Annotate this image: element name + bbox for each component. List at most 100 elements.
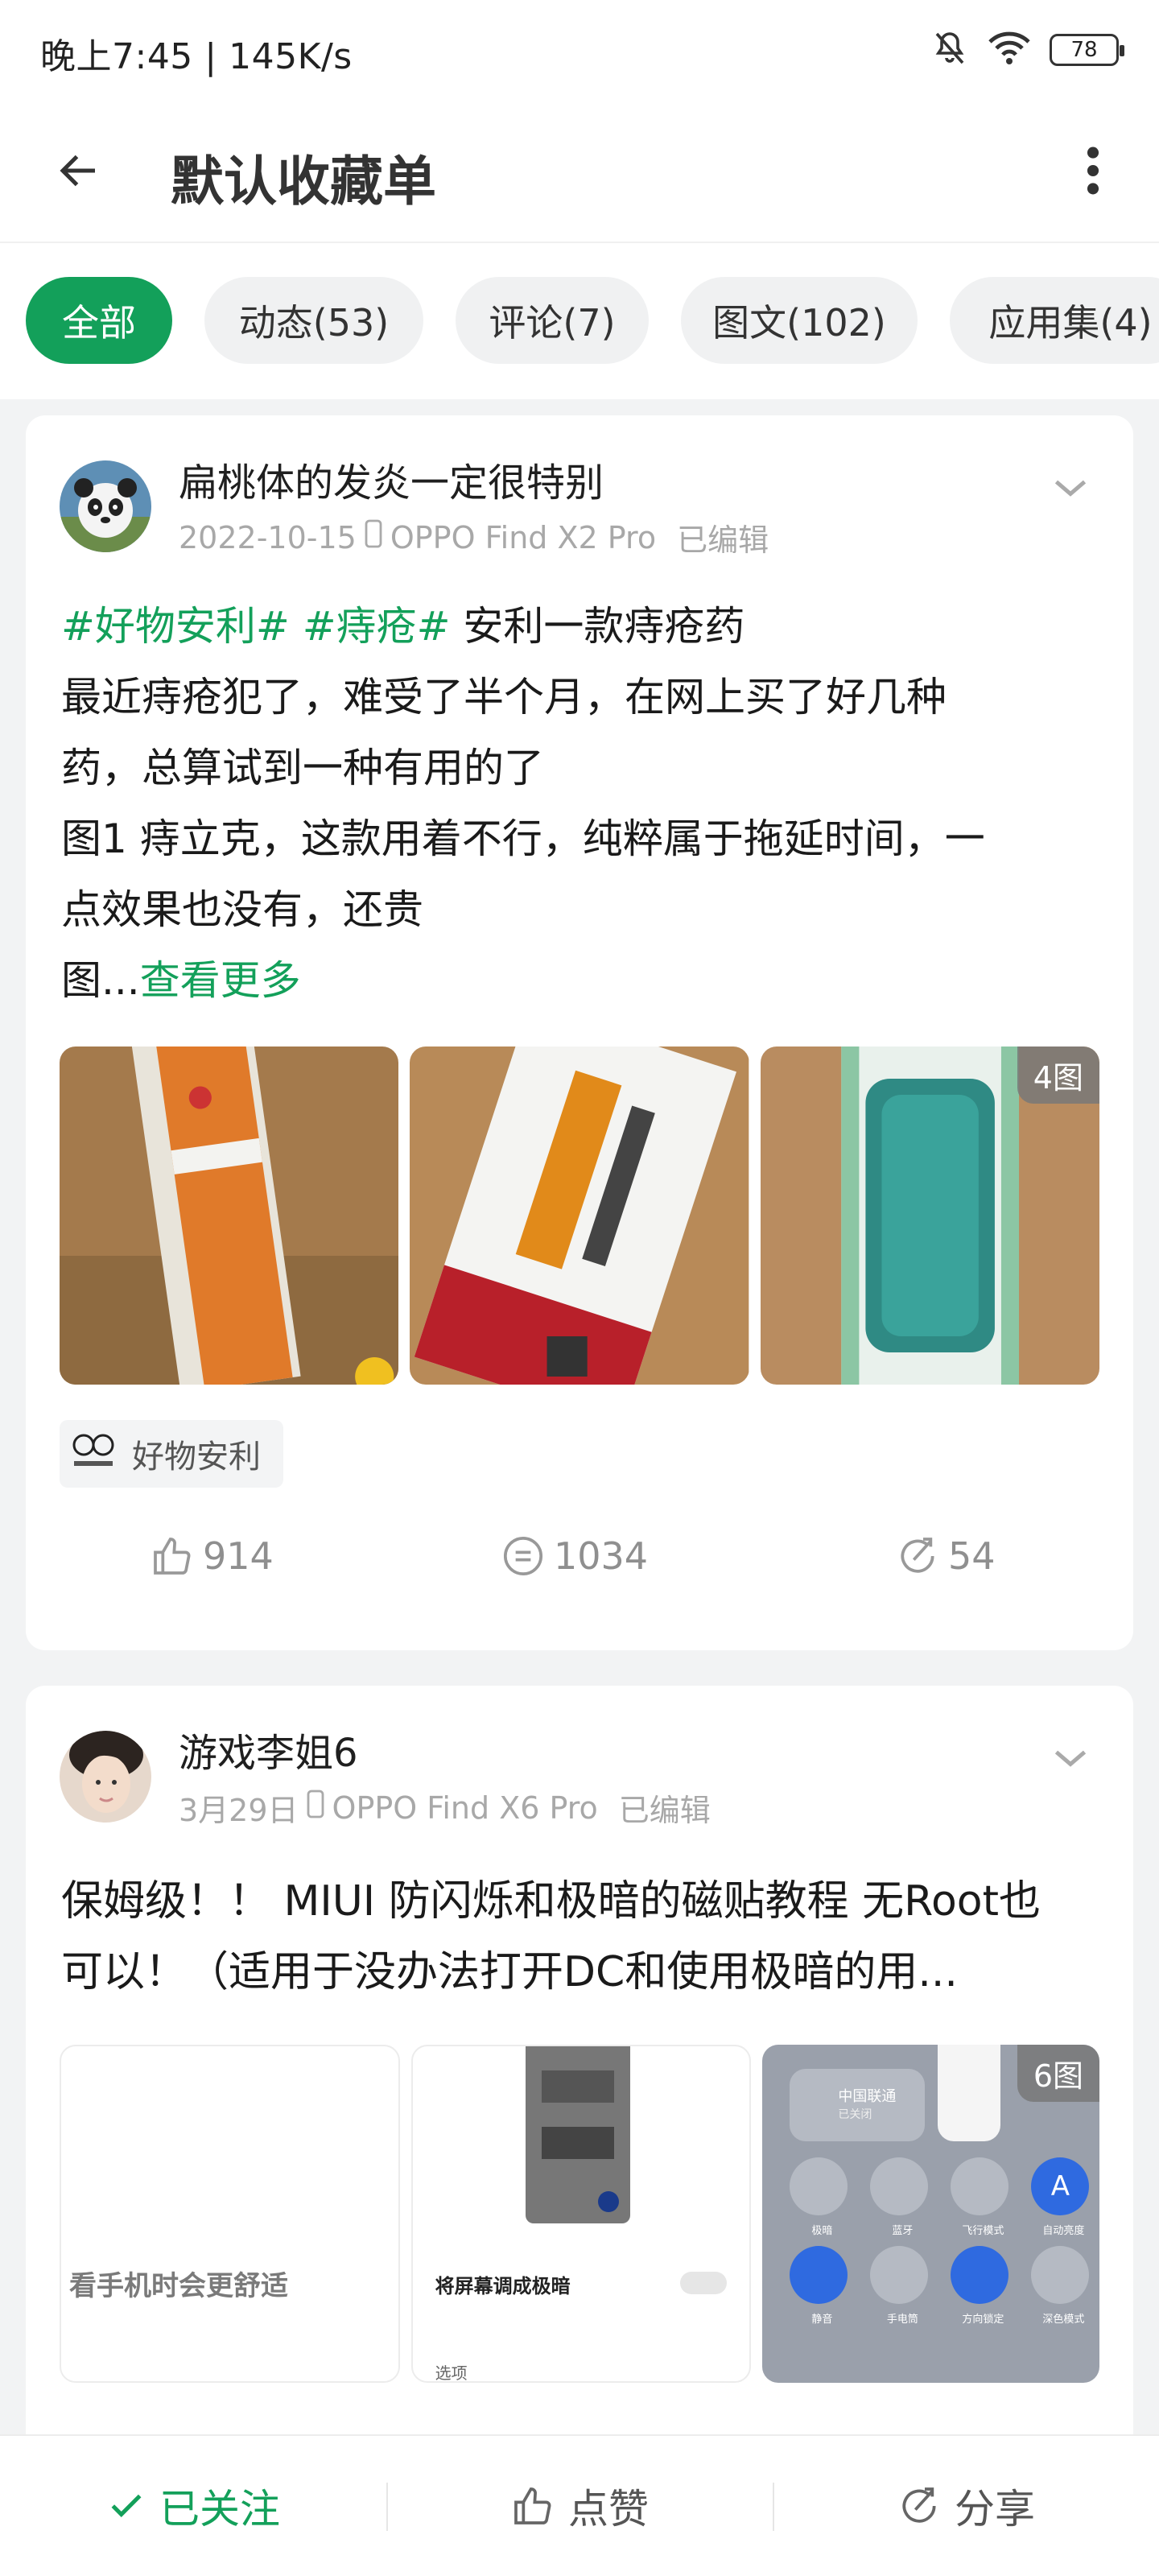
post-line: 图1 痔立克，这款用着不行，纯粹属于拖延时间，一	[61, 815, 985, 862]
post-title[interactable]: 保姆级！！ MIUI 防闪烁和极暗的磁贴教程 无Root也 可以！（适用于没办法…	[61, 1866, 1107, 2008]
post-image[interactable]	[60, 1046, 399, 1385]
share-icon	[902, 2487, 936, 2523]
image-count-badge: 6图	[1017, 2045, 1100, 2102]
more-options-button[interactable]	[1059, 137, 1127, 204]
tile-label: 极暗	[811, 2225, 833, 2237]
share-label: 分享	[955, 2486, 1035, 2533]
tile-label: 深色模式	[1042, 2314, 1085, 2326]
filter-chip-articles[interactable]: 图文(102)	[681, 277, 918, 364]
status-bar: 晚上7:45 | 145K/s 78	[0, 0, 1159, 97]
wifi-icon	[987, 29, 1032, 71]
tile-label: 自动亮度	[1042, 2225, 1085, 2237]
post-meta: 2022-10-15 OPPO Find X2 Pro 已编辑	[179, 515, 769, 559]
carrier-tile: 中国联通 已关闭	[790, 2069, 926, 2141]
bottom-action-bar: 已关注 点赞 分享	[0, 2434, 1159, 2576]
tile-labels-row2: 静音 手电筒 方向锁定 深色模式	[782, 2310, 1099, 2326]
tile-labels-row1: 极暗 蓝牙 飞行模式 自动亮度	[782, 2222, 1099, 2237]
post-line: 保姆级！！ MIUI 防闪烁和极暗的磁贴教程 无Root也	[61, 1877, 1041, 1926]
post-line: 药，总算试到一种有用的了	[61, 745, 544, 791]
filter-chip-comments[interactable]: 评论(7)	[456, 277, 649, 364]
check-icon	[111, 2494, 142, 2517]
like-button[interactable]: 914	[150, 1520, 274, 1592]
image-caption: 看手机时会更舒适	[69, 2270, 288, 2302]
post-line: 最近痔疮犯了，难受了半个月，在网上买了好几种	[61, 674, 947, 720]
avatar[interactable]	[60, 460, 151, 552]
toggle-switch	[680, 2272, 728, 2294]
post-card[interactable]: 游戏李姐6 3月29日 OPPO Find X6 Pro 已编辑 保姆级！！ M…	[26, 1686, 1133, 2475]
post-line-text: 安利一款痔疮药	[450, 603, 745, 650]
mute-bell-icon	[930, 29, 969, 71]
kebab-menu-icon	[1087, 147, 1099, 195]
see-more-link[interactable]: 查看更多	[140, 957, 301, 1004]
comment-button[interactable]: 1034	[501, 1520, 648, 1592]
comment-count: 1034	[554, 1534, 649, 1578]
tile-label: 方向锁定	[962, 2314, 1004, 2326]
share-button[interactable]: 54	[895, 1520, 996, 1592]
post-image[interactable]: 4图	[760, 1046, 1099, 1385]
follow-label: 已关注	[159, 2486, 280, 2533]
like-count: 914	[203, 1534, 274, 1578]
post-images: 4图	[60, 1046, 1099, 1385]
topic-tag[interactable]: 好物安利	[60, 1420, 283, 1488]
post-image[interactable]: 看手机时会更舒适	[60, 2045, 400, 2383]
post-line: 点效果也没有，还贵	[61, 886, 423, 933]
back-arrow-icon	[60, 155, 95, 187]
post-device: OPPO Find X2 Pro	[390, 519, 657, 555]
filter-chip-posts[interactable]: 动态(53)	[204, 277, 423, 364]
image-caption-sub: 选项	[435, 2363, 468, 2383]
edited-label: 已编辑	[618, 1793, 711, 1828]
topic-label: 好物安利	[132, 1439, 261, 1476]
avatar[interactable]	[60, 1731, 151, 1823]
battery-icon: 78	[1050, 34, 1124, 66]
hashtag[interactable]: #好物安利#	[61, 603, 290, 650]
post-line-text: 图...	[61, 957, 140, 1004]
post-image[interactable]: 将屏幕调成极暗 选项	[410, 2045, 752, 2383]
hashtag[interactable]: #痔疮#	[303, 603, 451, 650]
phone-mockup	[525, 2046, 630, 2223]
post-actions: 914 1034 54	[26, 1520, 1133, 1592]
thumbs-up-icon	[514, 2487, 551, 2524]
like-button[interactable]: 点赞	[386, 2436, 773, 2576]
filter-tabs: 全部 动态(53) 评论(7) 图文(102) 应用集(4)	[0, 242, 1159, 399]
author-name[interactable]: 游戏李姐6	[179, 1721, 358, 1777]
phone-icon	[307, 1790, 324, 1826]
filter-chip-all[interactable]: 全部	[26, 277, 172, 364]
post-image[interactable]	[410, 1046, 749, 1385]
tile-label: 手电筒	[886, 2314, 918, 2326]
post-device: OPPO Find X6 Pro	[332, 1790, 598, 1826]
post-line: 可以！（适用于没办法打开DC和使用极暗的用...	[61, 1948, 958, 1996]
chevron-down-icon[interactable]	[1046, 1734, 1095, 1782]
phone-icon	[365, 519, 382, 555]
thumbs-up-icon	[154, 1538, 191, 1575]
follow-button[interactable]: 已关注	[0, 2436, 386, 2576]
topic-avatar-icon	[69, 1429, 118, 1479]
post-images: 看手机时会更舒适 将屏幕调成极暗 选项 中国联通 已关闭 A 极暗 蓝牙 飞行模…	[60, 2045, 1100, 2383]
author-name[interactable]: 扁桃体的发炎一定很特别	[179, 451, 604, 507]
back-button[interactable]	[45, 137, 113, 204]
status-time: 晚上7:45 | 145K/s	[40, 36, 353, 77]
share-button[interactable]: 分享	[773, 2436, 1159, 2576]
tile-label: 飞行模式	[962, 2225, 1004, 2237]
share-icon	[901, 1538, 934, 1573]
top-area: 晚上7:45 | 145K/s 78 默认收藏单	[0, 0, 1159, 242]
image-count-badge: 4图	[1017, 1046, 1099, 1104]
edited-label: 已编辑	[677, 522, 769, 558]
post-date: 2022-10-15	[179, 519, 357, 555]
filter-chip-app-collections[interactable]: 应用集(4)	[950, 277, 1159, 364]
tile-label: 蓝牙	[892, 2225, 914, 2237]
share-count: 54	[948, 1534, 996, 1578]
chevron-down-icon[interactable]	[1046, 464, 1095, 512]
status-icons: 78	[930, 29, 1124, 71]
carrier-status: 已关闭	[838, 2108, 872, 2121]
post-card[interactable]: 扁桃体的发炎一定很特别 2022-10-15 OPPO Find X2 Pro …	[26, 415, 1133, 1650]
like-label: 点赞	[568, 2486, 649, 2533]
post-body[interactable]: #好物安利# #痔疮# 安利一款痔疮药 最近痔疮犯了，难受了半个月，在网上买了好…	[61, 591, 1107, 1016]
post-line: 图...查看更多	[61, 945, 1107, 1016]
app-bar: 默认收藏单	[0, 113, 1159, 225]
image-caption: 将屏幕调成极暗	[435, 2275, 571, 2297]
comment-icon	[503, 1536, 543, 1576]
post-meta: 3月29日 OPPO Find X6 Pro 已编辑	[179, 1785, 711, 1830]
brightness-slider	[938, 2045, 1001, 2141]
post-line: #好物安利# #痔疮# 安利一款痔疮药	[61, 591, 1107, 662]
post-image[interactable]: 中国联通 已关闭 A 极暗 蓝牙 飞行模式 自动亮度 静音 手电筒 方向锁定 深…	[762, 2045, 1100, 2383]
